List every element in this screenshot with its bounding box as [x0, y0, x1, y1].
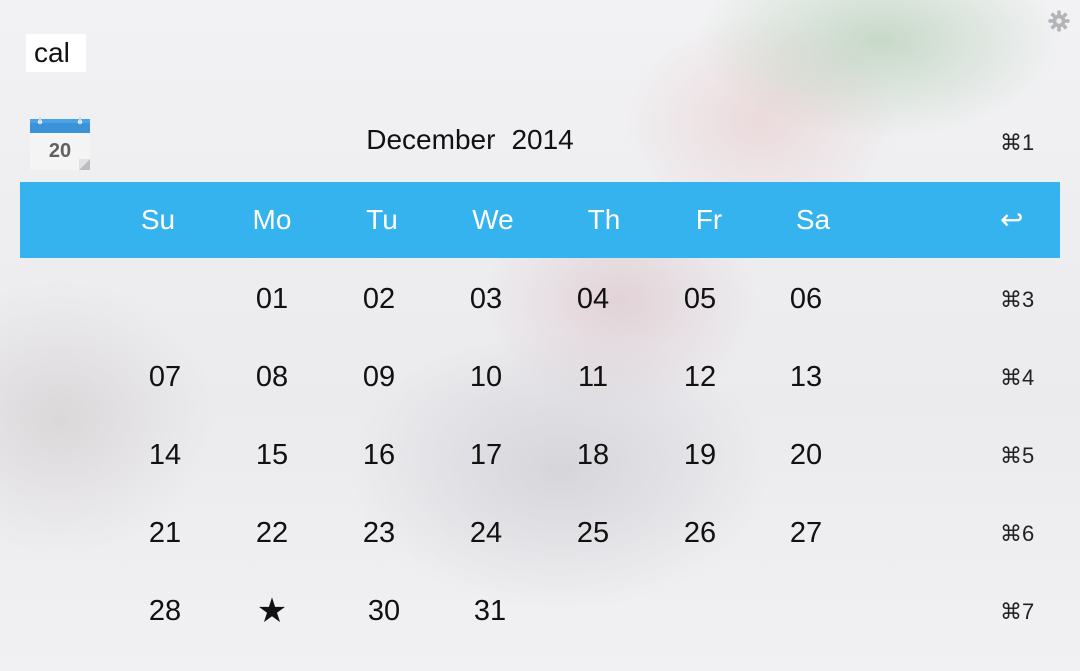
day-cell[interactable]: 12	[660, 361, 740, 394]
day-cell[interactable]: 09	[339, 361, 419, 394]
week-shortcut: ⌘7	[1000, 599, 1035, 624]
day-cell[interactable]: 19	[660, 439, 740, 472]
day-cell[interactable]: 10	[446, 361, 526, 394]
today-star-icon[interactable]: ★	[232, 591, 312, 631]
day-cell[interactable]: 30	[344, 595, 424, 628]
day-cell[interactable]: 08	[232, 361, 312, 394]
day-cell[interactable]: 28	[125, 595, 205, 628]
day-cell[interactable]: 23	[339, 517, 419, 550]
day-cell[interactable]: 20	[766, 439, 846, 472]
search-input[interactable]: cal	[26, 34, 86, 72]
weekday-th: Th	[587, 204, 621, 235]
day-cell[interactable]: 31	[450, 595, 530, 628]
day-cell[interactable]: 24	[446, 517, 526, 550]
day-cell[interactable]: 13	[766, 361, 846, 394]
day-cell[interactable]: 21	[125, 517, 205, 550]
month-label: December	[366, 124, 496, 155]
day-cell[interactable]: 07	[125, 361, 205, 394]
month-shortcut: ⌘1	[1000, 130, 1035, 155]
day-cell[interactable]: 27	[766, 517, 846, 550]
weekday-header-bar[interactable]: Su Mo Tu We Th Fr Sa ↩	[20, 182, 1060, 258]
gear-icon[interactable]	[1048, 10, 1070, 32]
week-shortcut: ⌘5	[1000, 443, 1035, 468]
day-cell[interactable]: 26	[660, 517, 740, 550]
day-cell[interactable]: 04	[553, 283, 633, 316]
day-cell[interactable]: 14	[125, 439, 205, 472]
weekday-su: Su	[140, 204, 176, 235]
day-cell[interactable]: 25	[553, 517, 633, 550]
month-year-title: December 2014	[0, 124, 940, 156]
weekday-tu: Tu	[366, 204, 398, 235]
day-cell[interactable]: 15	[232, 439, 312, 472]
day-cell[interactable]: 03	[446, 283, 526, 316]
day-cell[interactable]: 06	[766, 283, 846, 316]
week-shortcut: ⌘4	[1000, 365, 1035, 390]
day-cell[interactable]: 17	[446, 439, 526, 472]
weekday-we: We	[472, 204, 514, 235]
day-cell[interactable]: 16	[339, 439, 419, 472]
day-cell[interactable]: 18	[553, 439, 633, 472]
enter-key-icon[interactable]: ↩	[1000, 182, 1023, 258]
day-cell[interactable]: 11	[553, 361, 633, 394]
day-cell[interactable]: 02	[339, 283, 419, 316]
weekday-mo: Mo	[252, 204, 292, 235]
week-shortcut: ⌘6	[1000, 521, 1035, 546]
year-label: 2014	[511, 124, 574, 155]
day-cell[interactable]: 22	[232, 517, 312, 550]
background-wallpaper	[0, 0, 1080, 671]
day-cell[interactable]: 01	[232, 283, 312, 316]
week-shortcut: ⌘3	[1000, 287, 1035, 312]
weekday-sa: Sa	[795, 204, 831, 235]
weekday-fr: Fr	[695, 204, 723, 235]
day-cell[interactable]: 05	[660, 283, 740, 316]
